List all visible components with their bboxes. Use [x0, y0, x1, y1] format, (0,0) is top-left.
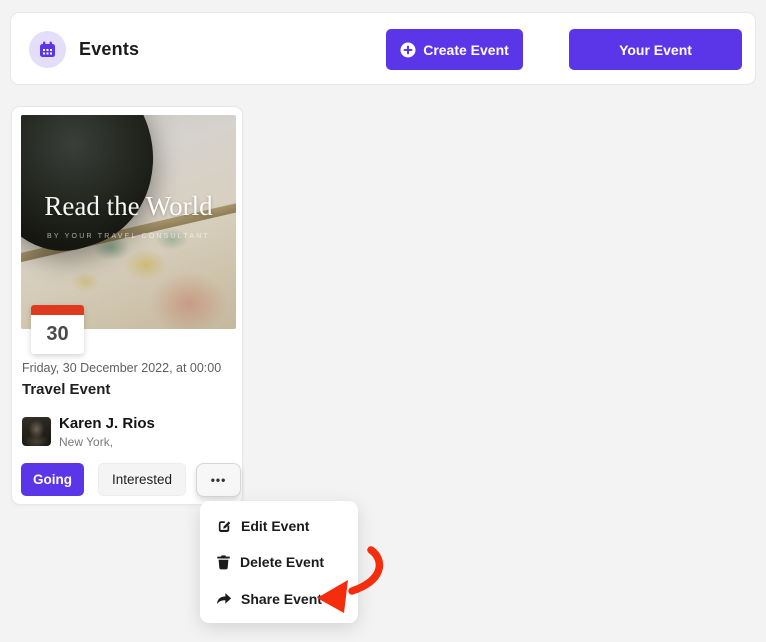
plus-circle-icon: [400, 42, 416, 58]
menu-item-edit-event[interactable]: Edit Event: [216, 514, 358, 538]
organizer-name[interactable]: Karen J. Rios: [59, 415, 155, 432]
events-page: { "header": { "title": "Events", "create…: [0, 0, 766, 642]
your-event-label: Your Event: [619, 42, 692, 58]
trash-icon: [216, 554, 231, 570]
going-button[interactable]: Going: [21, 463, 84, 496]
event-datetime: Friday, 30 December 2022, at 00:00: [22, 361, 221, 375]
cover-image-subtitle: BY YOUR TRAVEL CONSULTANT: [21, 233, 236, 240]
events-header: Events Create Event Your Event: [10, 12, 756, 85]
event-title: Travel Event: [22, 381, 110, 398]
event-card: Read the World BY YOUR TRAVEL CONSULTANT…: [11, 106, 243, 505]
organizer-row: Karen J. Rios New York,: [22, 415, 234, 445]
edit-icon: [216, 518, 232, 534]
menu-item-label: Delete Event: [240, 554, 324, 570]
create-event-label: Create Event: [423, 42, 509, 58]
interested-button[interactable]: Interested: [98, 463, 186, 496]
organizer-avatar[interactable]: [22, 417, 51, 446]
date-badge: 30: [31, 305, 84, 354]
share-icon: [216, 592, 232, 607]
events-icon-circle: [29, 31, 66, 68]
more-options-button[interactable]: •••: [196, 463, 241, 497]
create-event-button[interactable]: Create Event: [386, 29, 523, 70]
calendar-icon: [38, 40, 57, 59]
cover-image-title: Read the World: [21, 191, 236, 222]
organizer-location: New York,: [59, 435, 113, 449]
date-badge-day: 30: [31, 315, 84, 354]
menu-item-share-event[interactable]: Share Event: [216, 587, 358, 611]
event-actions: Going Interested •••: [12, 463, 244, 497]
menu-item-delete-event[interactable]: Delete Event: [216, 550, 358, 574]
date-badge-red-bar: [31, 305, 84, 315]
event-context-menu: Edit Event Delete Event Share Event: [200, 501, 358, 623]
your-event-button[interactable]: Your Event: [569, 29, 742, 70]
ellipsis-icon: •••: [211, 473, 227, 487]
event-cover-image[interactable]: Read the World BY YOUR TRAVEL CONSULTANT: [21, 115, 236, 329]
menu-item-label: Share Event: [241, 591, 322, 607]
page-title: Events: [79, 13, 139, 86]
menu-item-label: Edit Event: [241, 518, 309, 534]
